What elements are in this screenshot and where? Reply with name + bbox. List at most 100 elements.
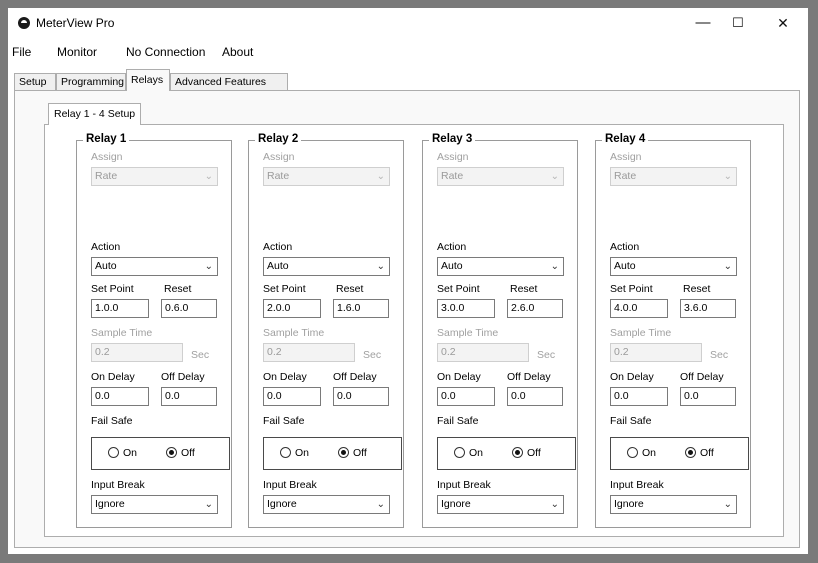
on-delay-input[interactable]: 0.0: [437, 387, 495, 406]
app-window: MeterView Pro — ☐ ✕ File Monitor No Conn…: [8, 8, 808, 554]
action-select[interactable]: Auto ⌄: [91, 257, 218, 276]
close-button[interactable]: ✕: [768, 13, 798, 33]
on-delay-input[interactable]: 0.0: [610, 387, 668, 406]
assign-select: Rate ⌄: [91, 167, 218, 186]
title-bar: MeterView Pro — ☐ ✕: [8, 8, 808, 38]
fail-safe-on-label: On: [469, 447, 484, 459]
chevron-down-icon: ⌄: [376, 261, 385, 272]
fail-safe-label: Fail Safe: [437, 415, 479, 427]
input-break-select[interactable]: Ignore ⌄: [91, 495, 218, 514]
off-delay-label: Off Delay: [680, 371, 724, 383]
tab-relays[interactable]: Relays: [126, 69, 170, 91]
tab-setup[interactable]: Setup: [14, 73, 56, 90]
relay-group-title: Relay 1: [83, 133, 130, 145]
maximize-button[interactable]: ☐: [723, 13, 753, 33]
app-logo-icon: [18, 17, 30, 29]
sample-time-input: 0.2: [610, 343, 702, 362]
set-point-input[interactable]: 3.0.0: [437, 299, 495, 318]
fail-safe-on-radio[interactable]: On: [454, 447, 483, 459]
reset-input[interactable]: 1.6.0: [333, 299, 389, 318]
assign-value: Rate: [614, 170, 637, 182]
radio-button-icon: [108, 447, 119, 458]
fail-safe-off-radio[interactable]: Off: [512, 447, 541, 459]
off-delay-input[interactable]: 0.0: [680, 387, 736, 406]
sec-label: Sec: [191, 349, 210, 361]
menu-monitor[interactable]: Monitor: [57, 45, 97, 59]
input-break-value: Ignore: [441, 498, 471, 510]
fail-safe-off-radio[interactable]: Off: [166, 447, 195, 459]
action-select[interactable]: Auto ⌄: [263, 257, 390, 276]
tab-relay-1-4-setup[interactable]: Relay 1 - 4 Setup: [48, 103, 142, 125]
reset-label: Reset: [683, 283, 711, 295]
input-break-select[interactable]: Ignore ⌄: [610, 495, 737, 514]
chevron-down-icon: ⌄: [376, 499, 385, 510]
set-point-label: Set Point: [610, 283, 653, 295]
tab-advanced-features[interactable]: Advanced Features: [170, 73, 288, 90]
tab-programming[interactable]: Programming: [56, 73, 126, 90]
fail-safe-off-label: Off: [700, 447, 714, 459]
assign-select: Rate ⌄: [263, 167, 390, 186]
chevron-down-icon: ⌄: [204, 171, 213, 182]
action-select[interactable]: Auto ⌄: [610, 257, 737, 276]
off-delay-label: Off Delay: [507, 371, 551, 383]
assign-value: Rate: [267, 170, 290, 182]
chevron-down-icon: ⌄: [550, 171, 559, 182]
action-select[interactable]: Auto ⌄: [437, 257, 564, 276]
input-break-select[interactable]: Ignore ⌄: [437, 495, 564, 514]
reset-input[interactable]: 0.6.0: [161, 299, 217, 318]
reset-input[interactable]: 3.6.0: [680, 299, 736, 318]
input-break-select[interactable]: Ignore ⌄: [263, 495, 390, 514]
fail-safe-on-label: On: [295, 447, 310, 459]
radio-button-icon: [338, 447, 349, 458]
menu-connection[interactable]: No Connection: [126, 45, 205, 59]
radio-button-icon: [280, 447, 291, 458]
set-point-input[interactable]: 1.0.0: [91, 299, 149, 318]
reset-label: Reset: [164, 283, 192, 295]
sample-time-label: Sample Time: [610, 327, 672, 339]
fail-safe-group: On Off: [610, 437, 749, 470]
chevron-down-icon: ⌄: [204, 261, 213, 272]
relay-group-1: Relay 1 Assign Rate ⌄ Action Auto ⌄ Set …: [76, 133, 232, 528]
fail-safe-on-radio[interactable]: On: [280, 447, 309, 459]
fail-safe-off-label: Off: [353, 447, 367, 459]
sample-time-label: Sample Time: [91, 327, 153, 339]
fail-safe-off-radio[interactable]: Off: [338, 447, 367, 459]
chevron-down-icon: ⌄: [723, 171, 732, 182]
off-delay-input[interactable]: 0.0: [161, 387, 217, 406]
fail-safe-group: On Off: [263, 437, 402, 470]
relay-group-2: Relay 2 Assign Rate ⌄ Action Auto ⌄ Set …: [248, 133, 404, 528]
menu-file[interactable]: File: [12, 45, 31, 59]
set-point-input[interactable]: 4.0.0: [610, 299, 668, 318]
off-delay-input[interactable]: 0.0: [333, 387, 389, 406]
radio-button-icon: [685, 447, 696, 458]
fail-safe-label: Fail Safe: [610, 415, 652, 427]
relay-group-4: Relay 4 Assign Rate ⌄ Action Auto ⌄ Set …: [595, 133, 751, 528]
fail-safe-on-radio[interactable]: On: [108, 447, 137, 459]
action-value: Auto: [267, 260, 289, 272]
on-delay-input[interactable]: 0.0: [263, 387, 321, 406]
reset-input[interactable]: 2.6.0: [507, 299, 563, 318]
menu-bar: File Monitor No Connection About: [8, 42, 808, 62]
assign-select: Rate ⌄: [437, 167, 564, 186]
fail-safe-on-label: On: [642, 447, 657, 459]
menu-about[interactable]: About: [222, 45, 253, 59]
relay-group-title: Relay 2: [255, 133, 302, 145]
set-point-input[interactable]: 2.0.0: [263, 299, 321, 318]
minimize-button[interactable]: —: [688, 13, 718, 33]
chevron-down-icon: ⌄: [376, 171, 385, 182]
assign-label: Assign: [263, 151, 295, 163]
off-delay-input[interactable]: 0.0: [507, 387, 563, 406]
on-delay-input[interactable]: 0.0: [91, 387, 149, 406]
sample-time-label: Sample Time: [437, 327, 499, 339]
radio-button-icon: [512, 447, 523, 458]
assign-select: Rate ⌄: [610, 167, 737, 186]
fail-safe-on-radio[interactable]: On: [627, 447, 656, 459]
on-delay-label: On Delay: [437, 371, 481, 383]
fail-safe-off-radio[interactable]: Off: [685, 447, 714, 459]
sec-label: Sec: [363, 349, 382, 361]
relay-group-title: Relay 4: [602, 133, 649, 145]
sec-label: Sec: [537, 349, 556, 361]
fail-safe-off-label: Off: [527, 447, 541, 459]
set-point-label: Set Point: [263, 283, 306, 295]
assign-value: Rate: [95, 170, 118, 182]
